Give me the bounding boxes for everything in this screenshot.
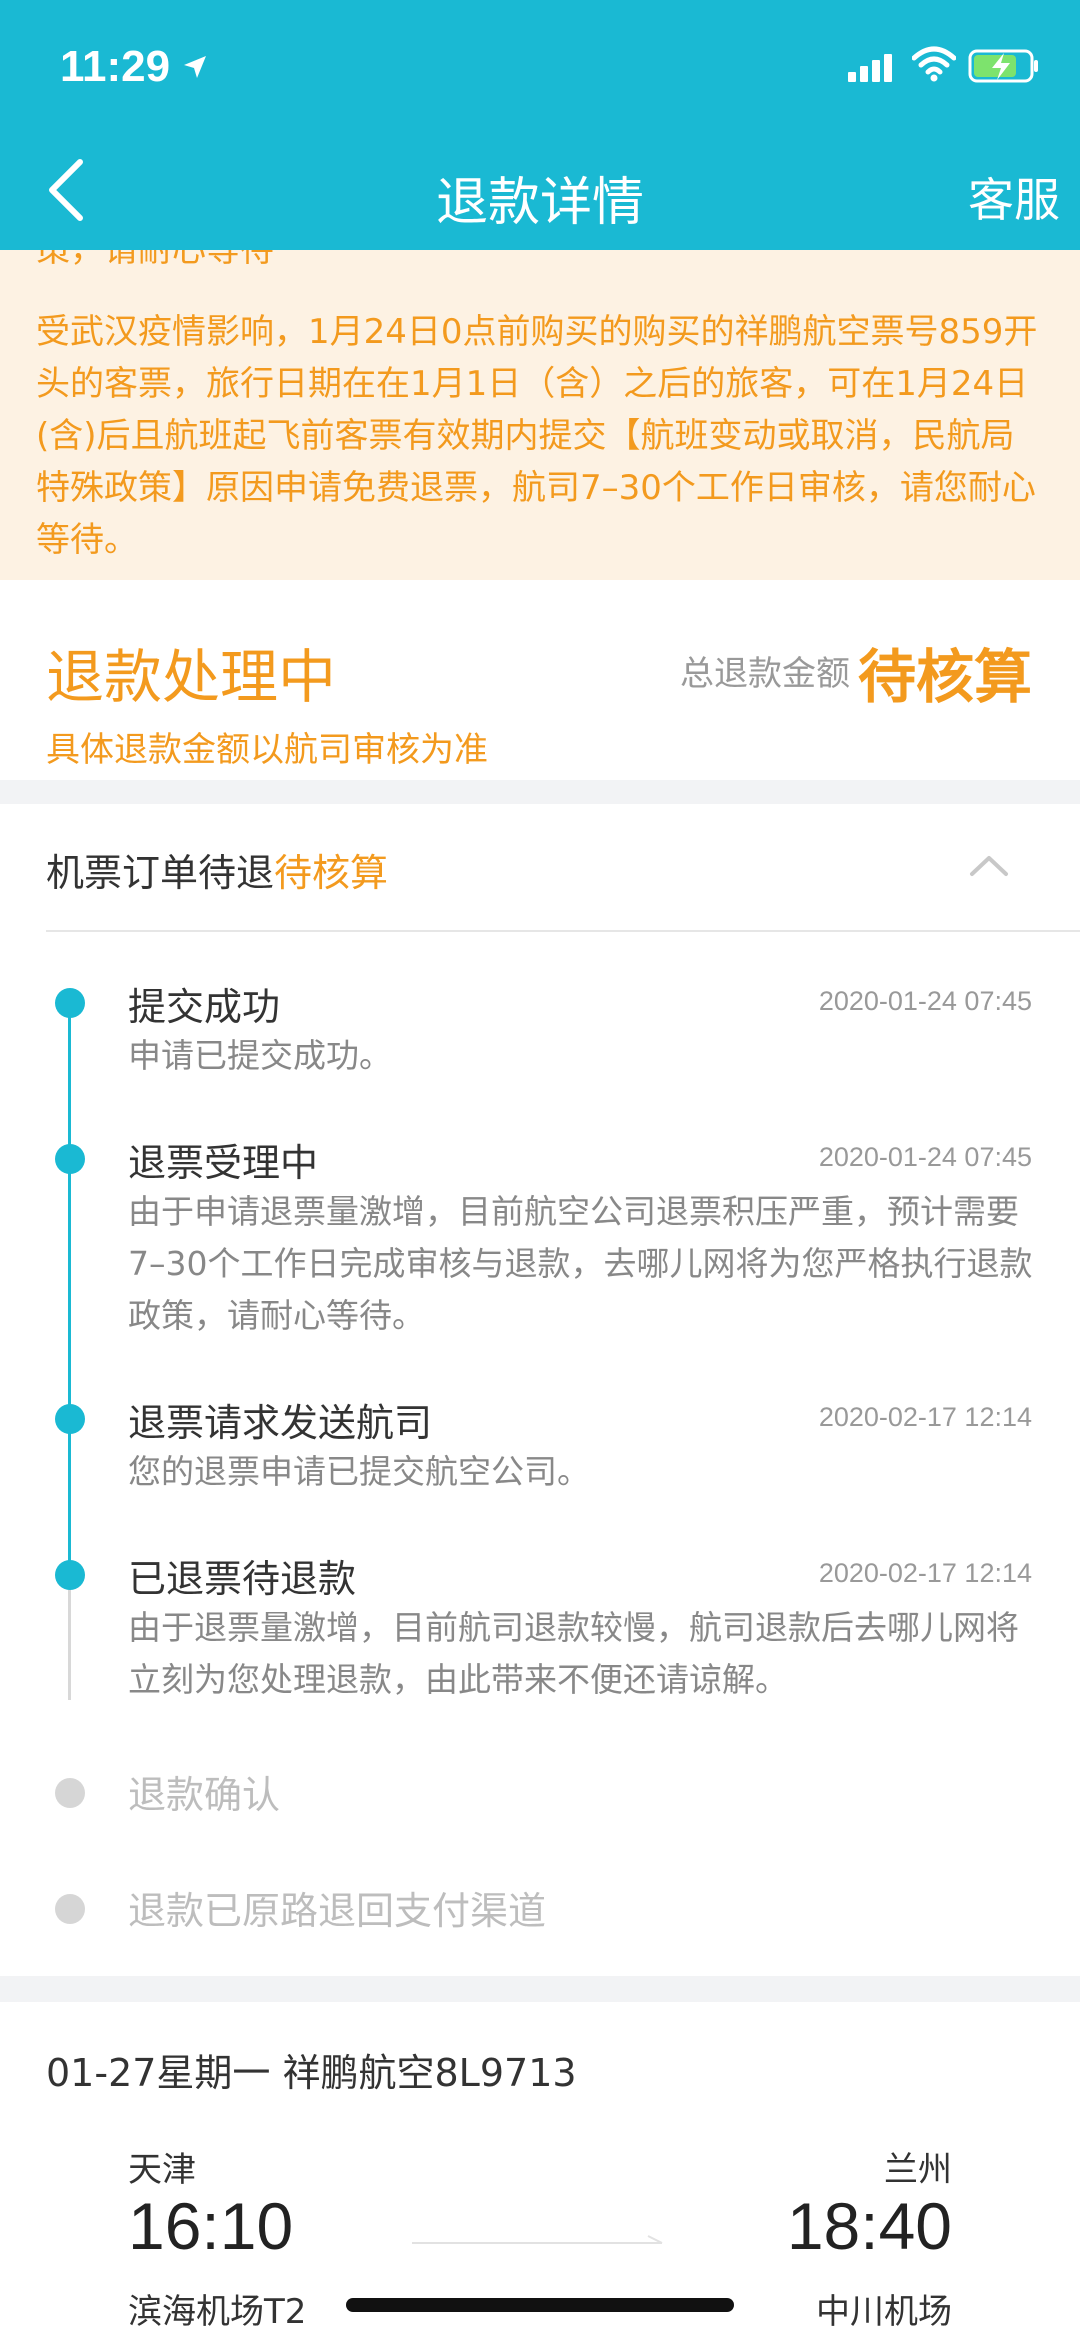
step-title: 已退票待退款 (128, 1557, 357, 1601)
flight-info: 01-27星期一 祥鹏航空8L9713 (46, 2051, 577, 2095)
step-dot (55, 1404, 85, 1434)
step-title: 退款确认 (128, 1773, 281, 1817)
home-indicator[interactable] (346, 2298, 734, 2312)
step-dot (55, 1560, 85, 1590)
status-bar: 11:29 (0, 0, 1080, 130)
departure-time: 16:10 (128, 2189, 294, 2263)
notice-text: 受武汉疫情影响，1月24日0点前购买的购买的祥鹏航空票号859开头的客票，旅行日… (36, 312, 1038, 560)
nav-bar: 退款详情 客服 (0, 130, 1080, 250)
step-desc: 由于退票量激增，目前航司退款较慢，航司退款后去哪儿网将立刻为您处理退款，由此带来… (128, 1608, 1019, 1699)
cellular-signal-icon (848, 54, 892, 82)
notice-clipped-line: 策，请耐心等待 (36, 250, 274, 270)
step-desc: 您的退票申请已提交航空公司。 (128, 1452, 590, 1491)
battery-charging-icon (968, 49, 1038, 83)
chevron-up-icon[interactable] (968, 850, 1010, 880)
status-time: 11:29 (60, 42, 171, 91)
step-title: 退票受理中 (128, 1141, 319, 1185)
arrival-city: 兰州 (884, 2150, 952, 2190)
order-row[interactable]: 机票订单待退待核算 (0, 804, 1080, 930)
step-desc: 由于申请退票量激增，目前航空公司退票积压严重，预计需要7–30个工作日完成审核与… (128, 1192, 1033, 1335)
step-time: 2020-02-17 12:14 (818, 1558, 1032, 1588)
flight-card[interactable]: 01-27星期一 祥鹏航空8L9713 天津 兰州 16:10 18:40 滨海… (0, 2002, 1080, 2338)
customer-service-button[interactable]: 客服 (968, 164, 1060, 230)
refund-status-title: 退款处理中 (46, 643, 337, 711)
refund-progress-card: 机票订单待退待核算 提交成功 2020-01-24 07:45 申请已提交成功。… (0, 804, 1080, 1976)
arrival-time: 18:40 (786, 2189, 952, 2263)
total-refund-value: 待核算 (857, 643, 1032, 711)
order-label: 机票订单待退待核算 (46, 842, 388, 897)
total-refund-label: 总退款金额 (680, 654, 850, 694)
departure-city: 天津 (128, 2150, 196, 2190)
header: 11:29 退款详情 客服 (0, 0, 1080, 250)
wifi-icon (912, 46, 956, 82)
step-dot (55, 1778, 85, 1808)
step-dot (55, 1144, 85, 1174)
page-title: 退款详情 (435, 173, 644, 233)
arrival-airport: 中川机场 (816, 2292, 952, 2332)
flight-arrow-icon (412, 2235, 663, 2244)
step-desc: 申请已提交成功。 (128, 1036, 392, 1075)
timeline-line (68, 1000, 71, 1580)
step-time: 2020-01-24 07:45 (818, 1142, 1032, 1172)
location-arrow-icon (184, 56, 206, 78)
step-time: 2020-02-17 12:14 (818, 1402, 1032, 1432)
step-dot (55, 988, 85, 1018)
step-title: 退票请求发送航司 (128, 1401, 433, 1445)
epidemic-notice: 策，请耐心等待 受武汉疫情影响，1月24日0点前购买的购买的祥鹏航空票号859开… (0, 250, 1080, 580)
refund-status-card: 退款处理中 具体退款金额以航司审核为准 总退款金额 待核算 (0, 580, 1080, 780)
order-label-text: 机票订单待退 (46, 851, 275, 895)
divider (46, 930, 1080, 932)
timeline-line-pending (68, 1580, 71, 1700)
step-title: 退款已原路退回支付渠道 (128, 1889, 547, 1933)
departure-airport: 滨海机场T2 (128, 2292, 307, 2332)
step-title: 提交成功 (128, 985, 281, 1029)
order-status: 待核算 (274, 851, 389, 895)
refund-status-subtitle: 具体退款金额以航司审核为准 (46, 730, 488, 770)
step-time: 2020-01-24 07:45 (818, 986, 1032, 1016)
step-dot (55, 1894, 85, 1924)
